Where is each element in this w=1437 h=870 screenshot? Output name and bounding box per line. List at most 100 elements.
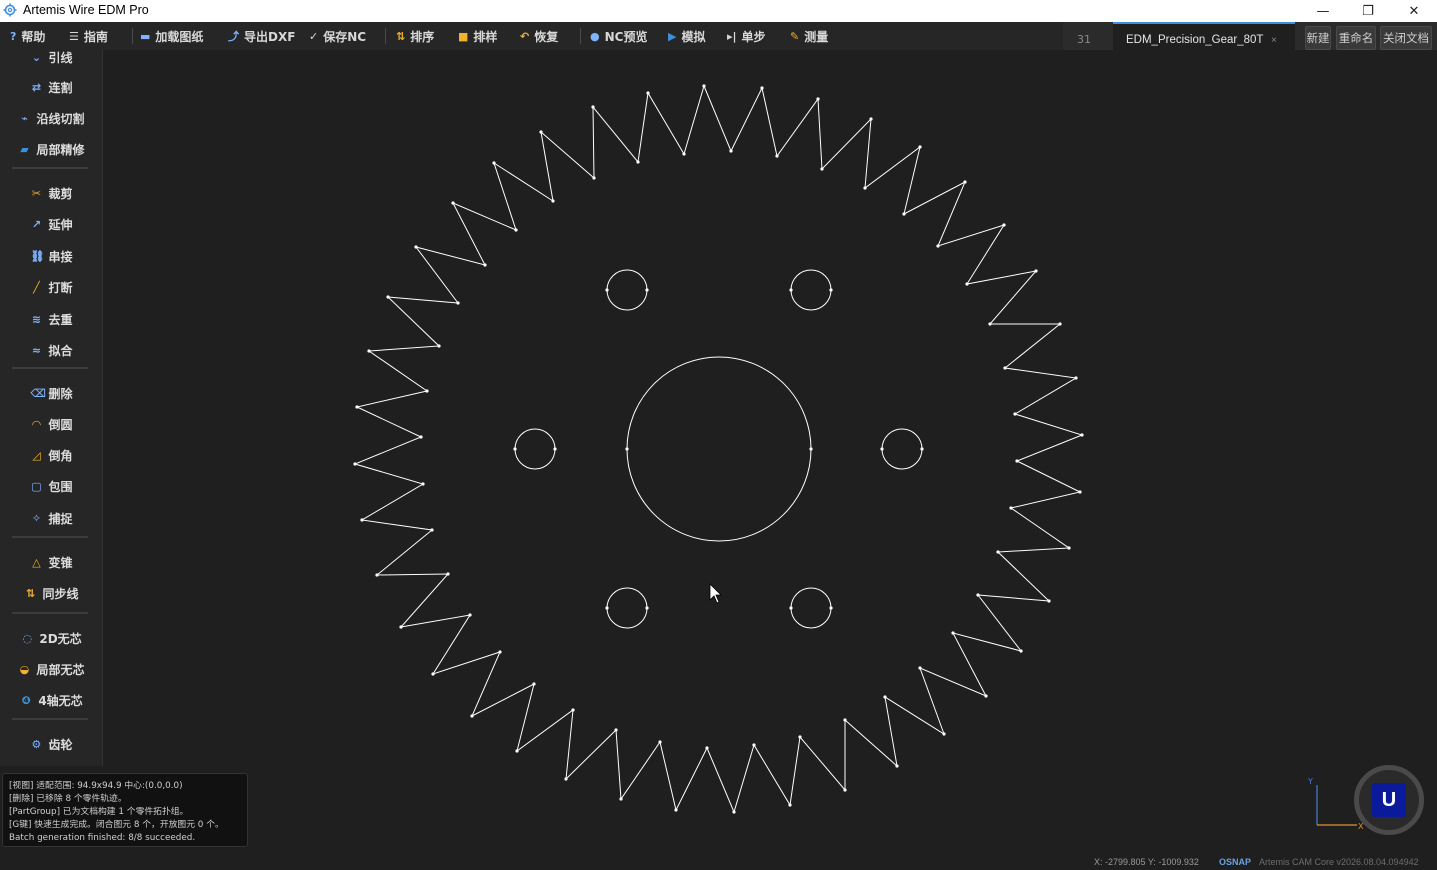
sidebar-item-delete[interactable]: ⌫ 删除 xyxy=(0,380,102,406)
toolbar-button-save-nc[interactable]: ✓ 保存NC xyxy=(309,22,366,50)
status-bar: X: -2799.805 Y: -1009.932 OSNAP Artemis … xyxy=(0,854,1437,870)
toolbar-button-label: 模拟 xyxy=(681,29,706,44)
gear-vertex xyxy=(951,631,955,635)
toolbar-button-measure[interactable]: ✎ 测量 xyxy=(790,22,828,50)
toolbar-button-nc-preview[interactable]: ● NC预览 xyxy=(590,22,647,50)
osnap-toggle[interactable]: OSNAP xyxy=(1219,857,1251,867)
sidebar-item-4axis-coreless[interactable]: ❹ 4轴无芯 xyxy=(0,687,102,713)
toolbar-button-load-drawing[interactable]: ▬ 加载图纸 xyxy=(140,22,203,50)
gear-vertex xyxy=(1074,376,1078,380)
gear-vertex xyxy=(752,743,756,747)
sort-icon: ⇅ xyxy=(396,29,406,43)
4axis-coreless-icon: ❹ xyxy=(21,693,31,707)
sidebar-item-snap[interactable]: ✧ 捕捉 xyxy=(0,505,102,531)
toolbar-button-nesting[interactable]: ■ 排样 xyxy=(458,22,497,50)
tab-document[interactable]: EDM_Precision_Gear_80T × xyxy=(1113,22,1295,50)
drawing-canvas[interactable] xyxy=(104,50,1437,854)
log-panel: [视图] 适配范围: 94.9x94.9 中心:(0.0,0.0) [删除] 已… xyxy=(2,773,248,847)
gear-vertex xyxy=(646,91,650,95)
toolbar-button-export-dxf[interactable]: ⤴ 导出DXF xyxy=(228,22,295,50)
bolt-hole-bottom-left[interactable] xyxy=(606,587,648,629)
sidebar-item-local-coreless[interactable]: ◒ 局部无芯 xyxy=(0,656,102,682)
center-bore[interactable] xyxy=(626,356,812,542)
sidebar-item-chamfer[interactable]: ◿ 倒角 xyxy=(0,442,102,468)
restore-button[interactable]: ❐ xyxy=(1345,0,1391,22)
minimize-button[interactable]: — xyxy=(1300,0,1346,22)
gear-vertex xyxy=(963,180,967,184)
user-avatar-button[interactable]: U xyxy=(1354,765,1424,835)
sidebar-item-label: 连割 xyxy=(48,80,73,95)
hole-vertices xyxy=(513,288,924,610)
close-document-button[interactable]: 关闭文档 xyxy=(1380,26,1432,50)
gear-vertex xyxy=(1047,599,1051,603)
toolbar-button-guide[interactable]: ☰ 指南 xyxy=(69,22,108,50)
trim-icon: ✂ xyxy=(31,186,42,200)
gear-vertex xyxy=(965,282,969,286)
close-window-button[interactable]: ✕ xyxy=(1391,0,1437,22)
gear-vertex xyxy=(798,735,802,739)
bolt-hole-top-left[interactable] xyxy=(606,269,648,311)
gear-vertex xyxy=(682,152,686,156)
toolbar-button-step[interactable]: ▸| 单步 xyxy=(727,22,766,50)
toolbar-divider xyxy=(580,28,581,44)
sidebar-item-lead[interactable]: ⌄ 引线 xyxy=(0,50,102,70)
sidebar-item-trim[interactable]: ✂ 裁剪 xyxy=(0,180,102,206)
bounding-icon: ▢ xyxy=(31,479,42,493)
gear-outline[interactable] xyxy=(353,84,1084,814)
sidebar-item-label: 同步线 xyxy=(42,586,79,601)
gear-vertex xyxy=(705,746,709,750)
gear-vertex xyxy=(788,803,792,807)
gear-vertex xyxy=(414,245,418,249)
delete-icon: ⌫ xyxy=(30,386,47,400)
gear-vertex xyxy=(446,572,450,576)
gear-vertex xyxy=(996,550,1000,554)
toolbar-button-help[interactable]: ? 帮助 xyxy=(10,22,45,50)
gear-vertex xyxy=(816,97,820,101)
gear-vertex xyxy=(984,694,988,698)
sidebar-item-fit[interactable]: ≈ 拟合 xyxy=(0,337,102,363)
sidebar-item-2d-coreless[interactable]: ◌ 2D无芯 xyxy=(0,625,102,651)
bolt-hole-left[interactable] xyxy=(514,428,556,470)
sidebar-item-fillet[interactable]: ◠ 倒圆 xyxy=(0,411,102,437)
snap-icon: ✧ xyxy=(31,511,42,525)
2d-coreless-icon: ◌ xyxy=(22,631,33,645)
tab-close-icon[interactable]: × xyxy=(1271,35,1277,46)
toolbar-button-restore[interactable]: ↶ 恢复 xyxy=(520,22,558,50)
gear-vertex xyxy=(729,149,733,153)
mouse-cursor xyxy=(709,583,722,604)
gear-vertex xyxy=(1003,366,1007,370)
toolbar-button-label: 恢复 xyxy=(534,29,559,44)
toolbar-button-label: 帮助 xyxy=(21,29,46,44)
gear-vertex xyxy=(451,201,455,205)
new-document-button[interactable]: 新建 xyxy=(1305,26,1331,50)
bolt-hole-top-right[interactable] xyxy=(790,269,832,311)
sidebar-item-break[interactable]: ╱ 打断 xyxy=(0,274,102,300)
gear-vertex xyxy=(551,199,555,203)
sidebar-item-chain[interactable]: ⛓ 串接 xyxy=(0,243,102,269)
sidebar-item-taper[interactable]: △ 变锥 xyxy=(0,549,102,575)
sidebar-item-gear[interactable]: ⚙ 齿轮 xyxy=(0,731,102,757)
sidebar-item-label: 倒角 xyxy=(48,448,73,463)
toolbar-button-label: 排序 xyxy=(410,29,435,44)
gear-vertex xyxy=(1034,269,1038,273)
toolbar-button-simulate[interactable]: ▶ 模拟 xyxy=(668,22,705,50)
rename-document-button[interactable]: 重命名 xyxy=(1336,26,1376,50)
cursor-coordinates: X: -2799.805 Y: -1009.932 xyxy=(1094,857,1199,867)
sidebar-item-dedupe[interactable]: ≋ 去重 xyxy=(0,306,102,332)
gear-vertex xyxy=(843,788,847,792)
sidebar-item-extend[interactable]: ↗ 延伸 xyxy=(0,211,102,237)
gear-vertices xyxy=(353,84,1084,814)
sidebar-item-cut-along-line[interactable]: ⌁ 沿线切割 xyxy=(0,105,102,131)
sidebar-item-label: 齿轮 xyxy=(48,737,73,752)
log-line: [删除] 已移除 8 个零件轨迹。 xyxy=(9,794,127,804)
toolbar-button-label: 加载图纸 xyxy=(155,29,204,44)
bolt-hole-bottom-right[interactable] xyxy=(790,587,832,629)
sidebar-item-continuous-cut[interactable]: ⇄ 连割 xyxy=(0,74,102,100)
sidebar-item-sync-line[interactable]: ⇅ 同步线 xyxy=(0,580,102,606)
gear-vertex xyxy=(515,749,519,753)
gear-vertex xyxy=(883,695,887,699)
sidebar-item-bounding[interactable]: ▢ 包围 xyxy=(0,473,102,499)
bolt-hole-right[interactable] xyxy=(881,428,923,470)
sidebar-item-local-finish[interactable]: ▰ 局部精修 xyxy=(0,136,102,162)
toolbar-button-sort[interactable]: ⇅ 排序 xyxy=(396,22,434,50)
